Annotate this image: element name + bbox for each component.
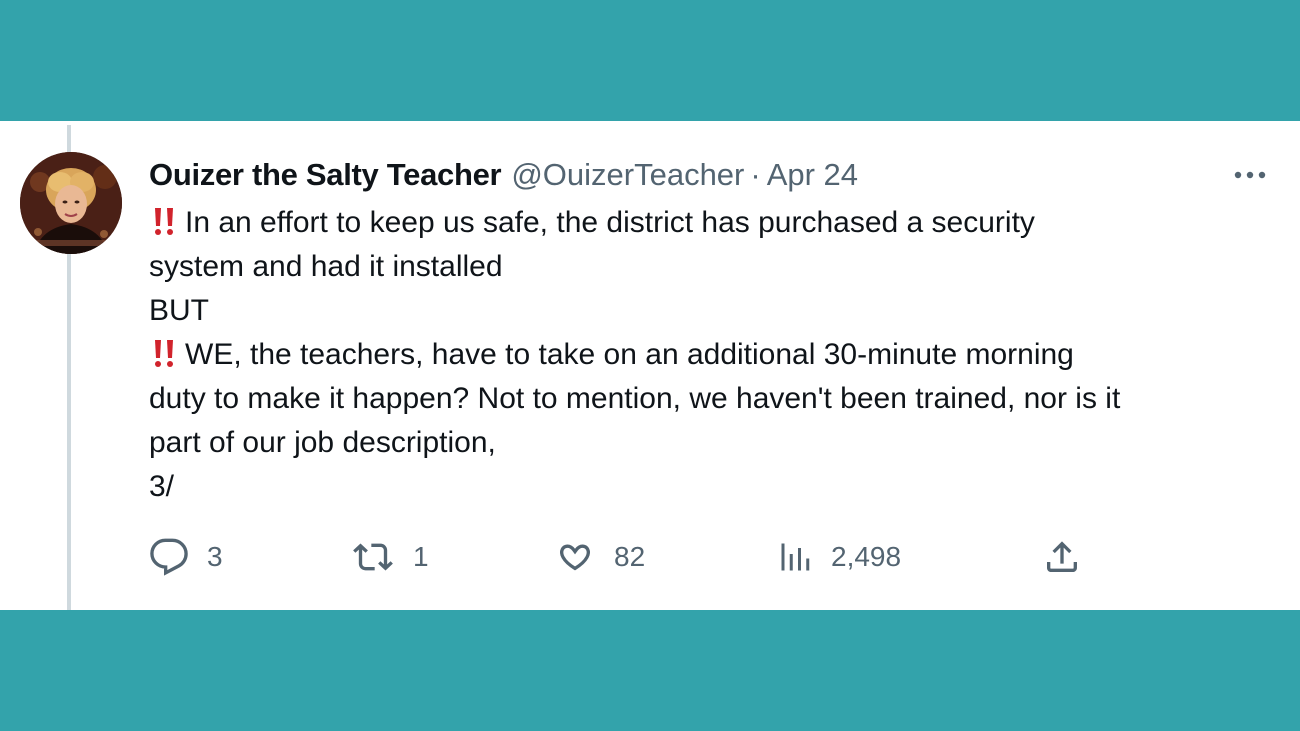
- heart-icon: [560, 544, 590, 571]
- double-exclamation-icon: [155, 340, 173, 367]
- tweet-line-text: WE, the teachers, have to take on an add…: [185, 338, 1074, 371]
- retweet-button[interactable]: 1: [351, 533, 429, 581]
- tweet-line: BUT: [149, 294, 209, 327]
- views-chart-icon: [781, 543, 810, 571]
- retweet-count: 1: [413, 541, 429, 572]
- reply-count: 3: [207, 541, 223, 572]
- retweet-icon: [353, 543, 393, 571]
- more-dots-icon: [1234, 171, 1266, 179]
- display-name[interactable]: Ouizer the Salty Teacher: [149, 157, 502, 193]
- share-button[interactable]: [1042, 533, 1082, 581]
- tweet-line: In an effort to keep us safe, the distri…: [149, 201, 1269, 245]
- like-button[interactable]: 82: [554, 533, 645, 581]
- tweet-date[interactable]: Apr 24: [767, 157, 858, 193]
- tweet-line: WE, the teachers, have to take on an add…: [149, 333, 1269, 377]
- double-exclamation-icon: [155, 208, 173, 235]
- tweet-line-text: In an effort to keep us safe, the distri…: [185, 206, 1035, 239]
- tweet-line: 3/: [149, 470, 175, 503]
- share-icon: [1047, 541, 1077, 572]
- user-handle[interactable]: @OuizerTeacher: [511, 157, 744, 193]
- views-button[interactable]: 2,498: [777, 533, 901, 581]
- like-count: 82: [614, 541, 646, 572]
- tweet-card[interactable]: Ouizer the Salty Teacher @OuizerTeacher …: [0, 121, 1300, 610]
- tweet-header: Ouizer the Salty Teacher @OuizerTeacher …: [149, 155, 1270, 195]
- tweet-text: In an effort to keep us safe, the distri…: [149, 201, 1269, 509]
- avatar[interactable]: [20, 152, 122, 254]
- tweet-line: duty to make it happen? Not to mention, …: [149, 382, 1121, 415]
- reply-button[interactable]: 3: [149, 533, 223, 581]
- views-count: 2,498: [831, 541, 902, 572]
- reply-icon: [150, 538, 188, 576]
- tweet-line: system and had it installed: [149, 250, 503, 283]
- tweet-line: part of our job description,: [149, 426, 496, 459]
- more-options-button[interactable]: [1230, 157, 1270, 193]
- action-bar: 3 1 82 2,498: [149, 533, 1089, 581]
- separator-dot: ·: [750, 157, 761, 192]
- avatar-photo: [20, 152, 122, 254]
